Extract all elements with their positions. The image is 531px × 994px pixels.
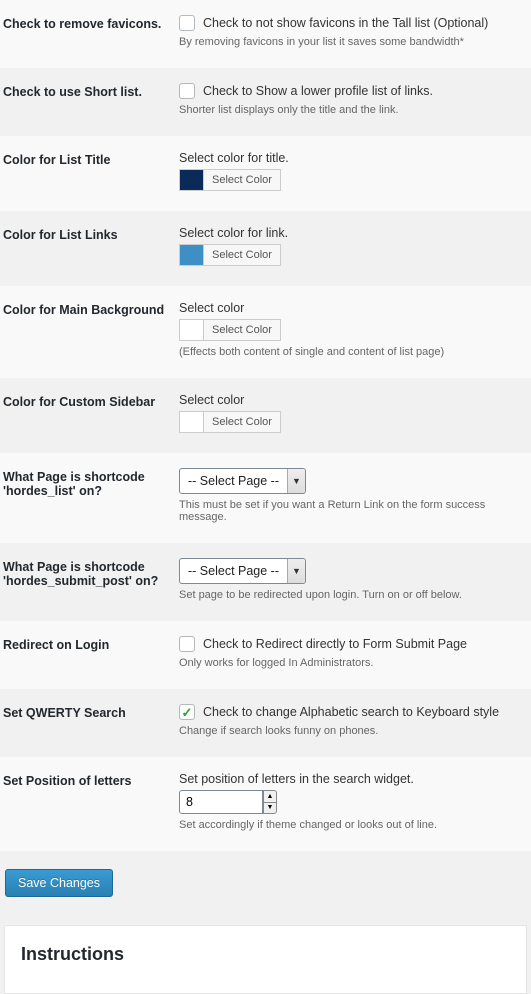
row-link-color: Color for List Links Select color for li… <box>0 211 531 286</box>
select-color-sidebar-button[interactable]: Select Color <box>203 411 281 433</box>
chevron-down-icon: ▼ <box>287 559 305 583</box>
row-sidebar-color: Color for Custom Sidebar Select color Se… <box>0 378 531 453</box>
select-color-main-bg-button[interactable]: Select Color <box>203 319 281 341</box>
row-title-color: Color for List Title Select color for ti… <box>0 136 531 211</box>
label-letter-pos: Set Position of letters <box>3 772 179 788</box>
option-text-qwerty: Check to change Alphabetic search to Key… <box>203 705 499 719</box>
label-page-list: What Page is shortcode 'hordes_list' on? <box>3 468 179 498</box>
settings-form: Check to remove favicons. Check to not s… <box>0 0 531 851</box>
instructions-card: Instructions <box>4 925 527 994</box>
row-remove-favicons: Check to remove favicons. Check to not s… <box>0 0 531 68</box>
swatch-link-color[interactable] <box>179 244 203 266</box>
spinner-letter-pos: ▲ ▼ <box>263 790 277 814</box>
text-title-color: Select color for title. <box>179 151 528 165</box>
desc-remove-favicons: By removing favicons in your list it sav… <box>179 36 528 48</box>
row-short-list: Check to use Short list. Check to Show a… <box>0 68 531 136</box>
text-main-bg: Select color <box>179 301 528 315</box>
spinner-down-button[interactable]: ▼ <box>263 802 277 815</box>
desc-qwerty: Change if search looks funny on phones. <box>179 725 528 737</box>
row-redirect-login: Redirect on Login Check to Redirect dire… <box>0 621 531 689</box>
checkbox-remove-favicons[interactable] <box>179 15 195 31</box>
color-picker-sidebar: Select Color <box>179 411 528 433</box>
option-remove-favicons[interactable]: Check to not show favicons in the Tall l… <box>179 15 528 31</box>
label-sidebar-color: Color for Custom Sidebar <box>3 393 179 409</box>
input-letter-pos[interactable] <box>179 790 263 814</box>
option-qwerty[interactable]: Check to change Alphabetic search to Key… <box>179 704 528 720</box>
option-short-list[interactable]: Check to Show a lower profile list of li… <box>179 83 528 99</box>
label-qwerty: Set QWERTY Search <box>3 704 179 720</box>
desc-letter-pos: Set accordingly if theme changed or look… <box>179 819 528 831</box>
select-page-list-value: -- Select Page -- <box>180 469 287 493</box>
text-letter-pos: Set position of letters in the search wi… <box>179 772 528 786</box>
instructions-heading: Instructions <box>21 944 510 965</box>
select-page-list[interactable]: -- Select Page -- ▼ <box>179 468 306 494</box>
option-text-short-list: Check to Show a lower profile list of li… <box>203 84 433 98</box>
select-page-submit[interactable]: -- Select Page -- ▼ <box>179 558 306 584</box>
label-remove-favicons: Check to remove favicons. <box>3 15 179 31</box>
label-main-bg: Color for Main Background <box>3 301 179 317</box>
number-letter-pos: ▲ ▼ <box>179 790 277 814</box>
label-short-list: Check to use Short list. <box>3 83 179 99</box>
chevron-down-icon: ▼ <box>287 469 305 493</box>
select-color-link-button[interactable]: Select Color <box>203 244 281 266</box>
row-page-submit: What Page is shortcode 'hordes_submit_po… <box>0 543 531 621</box>
option-redirect-login[interactable]: Check to Redirect directly to Form Submi… <box>179 636 528 652</box>
select-color-title-button[interactable]: Select Color <box>203 169 281 191</box>
option-text-redirect-login: Check to Redirect directly to Form Submi… <box>203 637 467 651</box>
checkbox-redirect-login[interactable] <box>179 636 195 652</box>
label-page-submit: What Page is shortcode 'hordes_submit_po… <box>3 558 179 588</box>
select-page-submit-value: -- Select Page -- <box>180 559 287 583</box>
desc-short-list: Shorter list displays only the title and… <box>179 104 528 116</box>
spinner-up-button[interactable]: ▲ <box>263 790 277 802</box>
desc-main-bg: (Effects both content of single and cont… <box>179 346 528 358</box>
color-picker-title: Select Color <box>179 169 528 191</box>
color-picker-main-bg: Select Color <box>179 319 528 341</box>
row-page-list: What Page is shortcode 'hordes_list' on?… <box>0 453 531 543</box>
row-main-bg: Color for Main Background Select color S… <box>0 286 531 378</box>
label-title-color: Color for List Title <box>3 151 179 167</box>
color-picker-link: Select Color <box>179 244 528 266</box>
text-link-color: Select color for link. <box>179 226 528 240</box>
checkbox-qwerty[interactable] <box>179 704 195 720</box>
desc-page-list: This must be set if you want a Return Li… <box>179 499 528 523</box>
checkbox-short-list[interactable] <box>179 83 195 99</box>
desc-page-submit: Set page to be redirected upon login. Tu… <box>179 589 528 601</box>
row-letter-pos: Set Position of letters Set position of … <box>0 757 531 851</box>
swatch-main-bg[interactable] <box>179 319 203 341</box>
text-sidebar-color: Select color <box>179 393 528 407</box>
swatch-sidebar-color[interactable] <box>179 411 203 433</box>
desc-redirect-login: Only works for logged In Administrators. <box>179 657 528 669</box>
row-qwerty: Set QWERTY Search Check to change Alphab… <box>0 689 531 757</box>
option-text-remove-favicons: Check to not show favicons in the Tall l… <box>203 16 488 30</box>
save-changes-button[interactable]: Save Changes <box>5 869 113 897</box>
label-redirect-login: Redirect on Login <box>3 636 179 652</box>
swatch-title-color[interactable] <box>179 169 203 191</box>
label-link-color: Color for List Links <box>3 226 179 242</box>
